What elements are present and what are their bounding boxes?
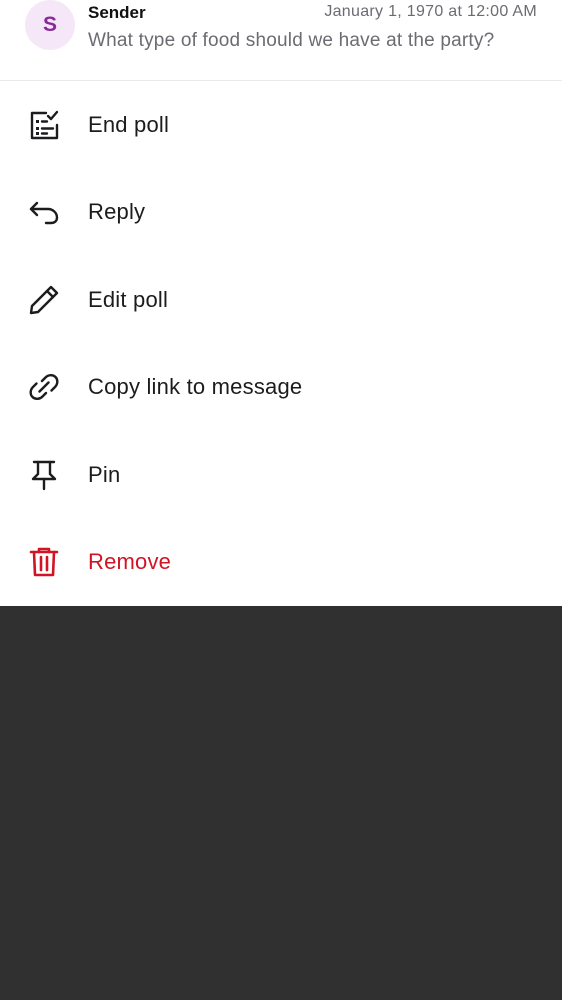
message-timestamp: January 1, 1970 at 12:00 AM [324,3,537,20]
avatar-initial: S [42,13,57,36]
pin-icon [26,457,62,493]
avatar: S [25,0,75,50]
pin-button[interactable]: Pin [0,431,562,519]
message-preview-header: S Sender January 1, 1970 at 12:00 AM Wha… [0,0,562,81]
message-actions-sheet: S Sender January 1, 1970 at 12:00 AM Wha… [0,0,562,606]
copy-link-button[interactable]: Copy link to message [0,344,562,432]
link-icon [26,369,62,405]
end-poll-label: End poll [88,111,170,137]
copy-link-label: Copy link to message [88,374,303,400]
end-poll-button[interactable]: End poll [0,81,562,169]
edit-poll-label: Edit poll [88,286,169,312]
pencil-icon [26,282,62,318]
sender-name: Sender [88,3,146,22]
actions-menu: End poll Reply Edit poll Copy link to me… [0,81,562,606]
edit-poll-button[interactable]: Edit poll [0,256,562,344]
dimmed-backdrop[interactable] [0,606,562,1000]
reply-button[interactable]: Reply [0,169,562,257]
reply-icon [26,194,62,230]
pin-label: Pin [88,461,121,487]
remove-button[interactable]: Remove [0,519,562,607]
remove-label: Remove [88,549,172,575]
message-preview-text: What type of food should we have at the … [88,30,495,51]
poll-icon [26,107,62,143]
trash-icon [26,544,62,580]
reply-label: Reply [88,199,146,225]
